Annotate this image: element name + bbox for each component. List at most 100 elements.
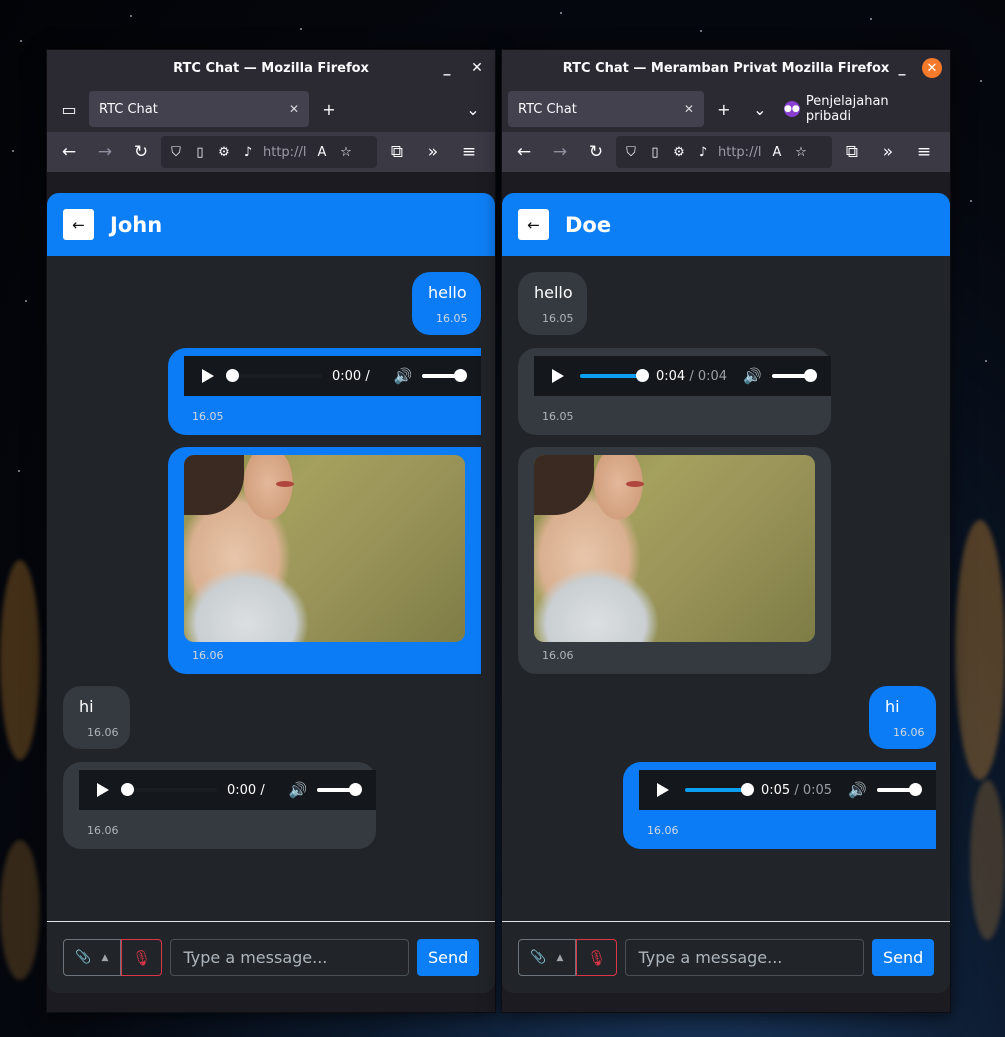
audio-time: 0:05 / 0:05 [761,782,833,798]
volume-icon[interactable]: 🔊 [848,781,867,799]
menu-hamburger-icon[interactable]: ≡ [453,136,485,168]
back-button[interactable]: ← [518,209,549,240]
message-bubble: 16.06 [518,447,831,674]
tab-close-icon[interactable]: ✕ [684,102,694,116]
volume-icon[interactable]: 🔊 [394,367,413,385]
audio-seek-bar[interactable] [226,369,322,382]
overflow-chevrons-icon[interactable]: » [417,136,449,168]
audio-time: 0:00 / [332,368,370,384]
minimize-icon[interactable]: _ [892,58,912,78]
message-time: 16.06 [542,649,574,662]
play-icon[interactable] [202,369,214,383]
message-bubble: 16.06 [168,447,481,674]
extensions-icon[interactable]: ⧉ [381,136,413,168]
volume-slider[interactable] [317,783,363,796]
translate-icon[interactable]: A [768,145,786,160]
message-list[interactable]: hello 16.05 0:00 / 🔊 16.05 16.06 hi 16.0… [47,256,495,921]
volume-icon[interactable]: 🔊 [743,367,762,385]
message-text: hello [428,283,467,302]
firefox-view-icon[interactable]: ▭ [53,93,85,125]
close-icon[interactable]: ✕ [467,58,487,78]
page-content: ← John hello 16.05 0:00 / 🔊 16.05 16.06 … [47,172,495,1012]
page-content: ← Doe hello 16.05 0:04 / 0:04 🔊 16.05 16… [502,172,950,1012]
play-icon[interactable] [552,369,564,383]
close-icon[interactable]: ✕ [922,58,942,78]
record-audio-button[interactable]: 🎙 [120,939,163,976]
audio-player[interactable]: 0:00 / 🔊 [79,770,376,810]
reload-icon[interactable]: ↻ [125,136,157,168]
title-bar[interactable]: RTC Chat — Mozilla Firefox _ ✕ [47,50,495,86]
window-title: RTC Chat — Meramban Privat Mozilla Firef… [562,60,890,76]
shield-icon[interactable]: ⛉ [167,145,185,160]
caret-up-icon: ▲ [101,952,109,963]
message-time: 16.06 [87,726,119,739]
volume-slider[interactable] [876,783,922,796]
browser-window-right: RTC Chat — Meramban Privat Mozilla Firef… [501,49,951,1013]
title-bar[interactable]: RTC Chat — Meramban Privat Mozilla Firef… [502,50,950,86]
message-composer: 📎 ▲ 🎙 Send [47,922,495,993]
chat-header: ← Doe [502,193,950,256]
play-icon[interactable] [657,783,669,797]
private-browsing-indicator: ●● Penjelajahan pribadi [783,94,944,124]
extensions-icon[interactable]: ⧉ [836,136,868,168]
attach-button[interactable]: 📎 ▲ [518,939,576,976]
list-tabs-chevron-icon[interactable]: ⌄ [744,93,776,125]
url-text[interactable]: http://l [263,145,307,160]
bookmark-star-icon[interactable]: ☆ [337,145,355,160]
message-bubble: hello 16.05 [518,272,587,335]
attach-button[interactable]: 📎 ▲ [63,939,121,976]
forward-arrow-icon[interactable]: → [544,136,576,168]
back-arrow-icon[interactable]: ← [508,136,540,168]
message-list[interactable]: hello 16.05 0:04 / 0:04 🔊 16.05 16.06 hi… [502,256,950,921]
microphone-permission-icon[interactable]: ♪ [694,145,712,160]
audio-seek-bar[interactable] [121,783,217,796]
audio-seek-bar[interactable] [580,369,649,382]
back-button[interactable]: ← [63,209,94,240]
audio-player[interactable]: 0:00 / 🔊 [184,356,481,396]
shield-icon[interactable]: ⛉ [622,145,640,160]
tab-rtc-chat[interactable]: RTC Chat ✕ [89,91,309,127]
audio-player[interactable]: 0:04 / 0:04 🔊 [534,356,831,396]
audio-seek-bar[interactable] [685,783,754,796]
send-button[interactable]: Send [872,939,934,976]
overflow-chevrons-icon[interactable]: » [872,136,904,168]
nav-bar: ← → ↻ ⛉ ▯ ⚙ ♪ http://l A ☆ ⧉ » ≡ [47,132,495,172]
translate-icon[interactable]: A [313,145,331,160]
microphone-permission-icon[interactable]: ♪ [239,145,257,160]
permissions-icon[interactable]: ⚙ [670,145,688,160]
message-bubble: hi 16.06 [63,686,130,749]
play-icon[interactable] [97,783,109,797]
minimize-icon[interactable]: _ [437,58,457,78]
audio-player[interactable]: 0:05 / 0:05 🔊 [639,770,936,810]
shared-image[interactable] [534,455,815,642]
message-input[interactable] [625,939,865,976]
message-text: hello [534,283,573,302]
new-tab-icon[interactable]: + [313,93,345,125]
paperclip-icon: 📎 [75,950,92,965]
url-bar[interactable]: ⛉ ▯ ⚙ ♪ http://l A ☆ [161,136,377,168]
volume-slider[interactable] [771,369,817,382]
microphone-icon: 🎙 [132,948,152,967]
menu-hamburger-icon[interactable]: ≡ [908,136,940,168]
tab-bar: ▭ RTC Chat ✕ + ⌄ [47,86,495,132]
url-text[interactable]: http://l [718,145,762,160]
message-input[interactable] [170,939,410,976]
send-button[interactable]: Send [417,939,479,976]
list-tabs-chevron-icon[interactable]: ⌄ [457,93,489,125]
bookmark-star-icon[interactable]: ☆ [792,145,810,160]
permissions-icon[interactable]: ⚙ [215,145,233,160]
tab-rtc-chat[interactable]: RTC Chat ✕ [508,91,704,127]
back-arrow-icon[interactable]: ← [53,136,85,168]
message-bubble: hello 16.05 [412,272,481,335]
record-audio-button[interactable]: 🎙 [575,939,618,976]
url-bar[interactable]: ⛉ ▯ ⚙ ♪ http://l A ☆ [616,136,832,168]
tab-label: RTC Chat [518,101,577,117]
tab-close-icon[interactable]: ✕ [289,102,299,116]
shared-image[interactable] [184,455,465,642]
volume-icon[interactable]: 🔊 [289,781,308,799]
audio-time: 0:04 / 0:04 [656,368,728,384]
reload-icon[interactable]: ↻ [580,136,612,168]
volume-slider[interactable] [422,369,468,382]
new-tab-icon[interactable]: + [708,93,740,125]
forward-arrow-icon[interactable]: → [89,136,121,168]
